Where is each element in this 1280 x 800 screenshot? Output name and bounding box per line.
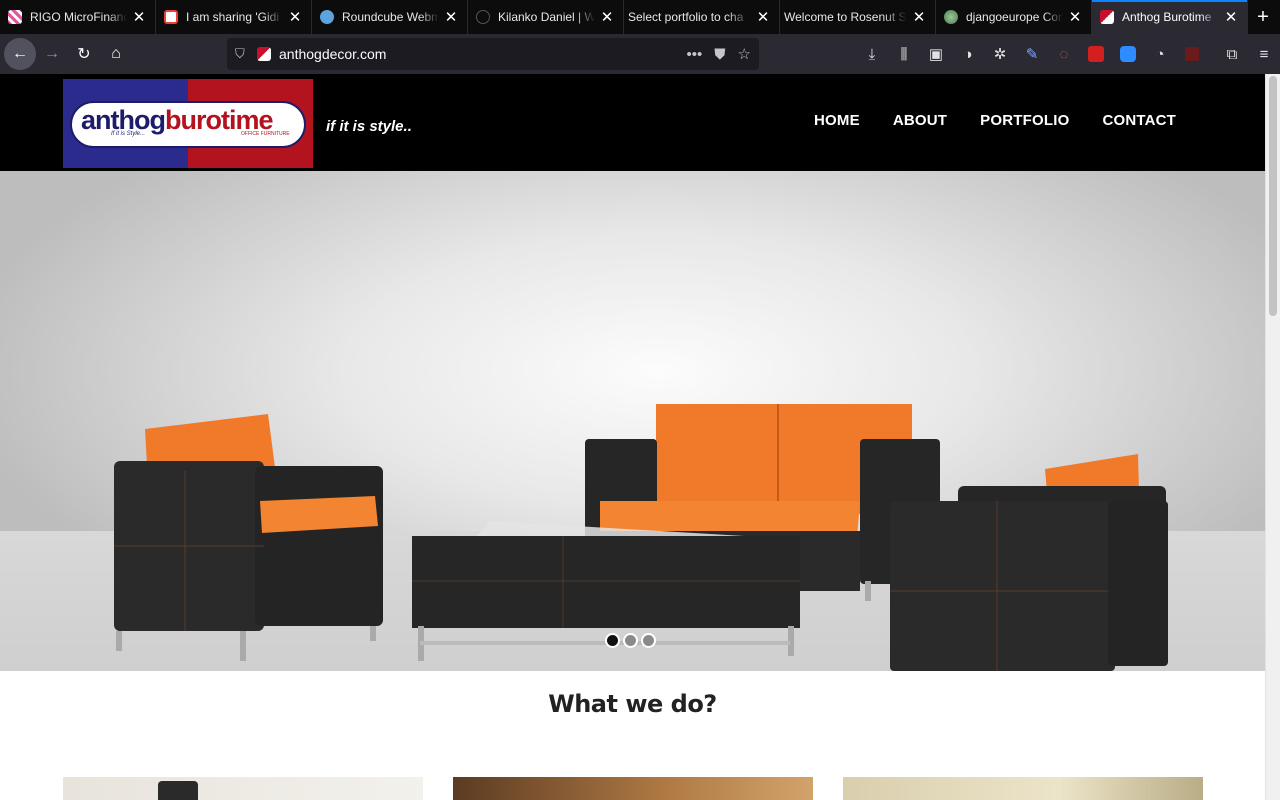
reload-icon[interactable]: ↻ xyxy=(68,38,100,70)
logo-sub: OFFICE FURNITURE xyxy=(241,131,290,137)
menu-hamburger-icon[interactable]: ≡ xyxy=(1248,38,1280,70)
nav-portfolio[interactable]: PORTFOLIO xyxy=(980,112,1069,129)
browser-tab[interactable]: Select portfolio to cha ✕ xyxy=(624,0,780,34)
main-nav: HOME ABOUT PORTFOLIO CONTACT xyxy=(814,112,1209,129)
slider-dot-1[interactable] xyxy=(605,633,620,648)
roundcube-icon xyxy=(320,10,334,24)
slider-dot-2[interactable] xyxy=(623,633,638,648)
nav-about[interactable]: ABOUT xyxy=(893,112,947,129)
browser-tab[interactable]: RIGO MicroFinance ✕ xyxy=(0,0,156,34)
extension-icon[interactable] xyxy=(1080,38,1112,70)
browser-tab[interactable]: Kilanko Daniel | W ✕ xyxy=(468,0,624,34)
home-icon[interactable]: ⌂ xyxy=(100,38,132,70)
toolbar-icons: ⤓ ⫼ ▣ ◑ ✲ ✎ ◌ ◔ ⧉ ≡ xyxy=(856,38,1280,70)
hero-slider[interactable] xyxy=(0,171,1265,671)
slider-dot-3[interactable] xyxy=(641,633,656,648)
gear-extension-icon[interactable]: ✲ xyxy=(984,38,1016,70)
extension-icon[interactable]: ◌ xyxy=(1048,38,1080,70)
bookmark-star-icon[interactable]: ☆ xyxy=(738,45,751,63)
extensions-puzzle-icon[interactable]: ⧉ xyxy=(1216,38,1248,70)
close-tab-icon[interactable]: ✕ xyxy=(1067,9,1083,26)
browser-tab[interactable]: Roundcube Webmail ✕ xyxy=(312,0,468,34)
page-scrollbar[interactable] xyxy=(1265,74,1280,800)
library-icon[interactable]: ⫼ xyxy=(888,38,920,70)
web-page: anthogburotime If it is Style... OFFICE … xyxy=(0,74,1265,800)
close-tab-icon[interactable]: ✕ xyxy=(599,9,615,26)
url-text[interactable]: anthogdecor.com xyxy=(279,46,675,62)
slider-dots xyxy=(605,633,656,648)
extension-icon[interactable]: ◔ xyxy=(1144,38,1176,70)
pen-extension-icon[interactable]: ✎ xyxy=(1016,38,1048,70)
tab-favicon-icon xyxy=(8,10,22,24)
extension-icon[interactable] xyxy=(1176,38,1208,70)
shield-icon[interactable]: ⛉ xyxy=(235,46,253,62)
browser-tab[interactable]: Welcome to Rosenut S ✕ xyxy=(780,0,936,34)
site-header: anthogburotime If it is Style... OFFICE … xyxy=(0,74,1265,171)
close-tab-icon[interactable]: ✕ xyxy=(755,9,771,26)
extension-icon[interactable]: ◑ xyxy=(952,38,984,70)
zoom-extension-icon[interactable] xyxy=(1112,38,1144,70)
tab-title: Select portfolio to cha xyxy=(628,10,744,24)
forward-arrow-icon[interactable]: → xyxy=(36,38,68,70)
logo-tag: If it is Style... xyxy=(111,131,146,137)
pocket-icon[interactable]: ⛊ xyxy=(714,46,725,63)
close-tab-icon[interactable]: ✕ xyxy=(911,9,927,26)
tab-title: djangoeurope Con xyxy=(966,10,1063,24)
github-icon xyxy=(476,10,490,24)
scrollbar-thumb[interactable] xyxy=(1269,76,1277,316)
address-bar[interactable]: ⛉ anthogdecor.com ••• ⛊ ☆ xyxy=(227,38,759,70)
tab-title: Welcome to Rosenut S xyxy=(784,10,907,24)
browser-tab[interactable]: djangoeurope Con ✕ xyxy=(936,0,1092,34)
left-armchair xyxy=(114,414,383,661)
tab-title: Anthog Burotime xyxy=(1122,10,1212,24)
anthog-favicon-icon xyxy=(1100,10,1114,24)
tab-title: RIGO MicroFinance xyxy=(30,10,127,24)
close-tab-icon[interactable]: ✕ xyxy=(287,9,303,26)
nav-contact[interactable]: CONTACT xyxy=(1102,112,1176,129)
site-logo[interactable]: anthogburotime If it is Style... OFFICE … xyxy=(63,79,313,168)
tab-title: Kilanko Daniel | W xyxy=(498,10,595,24)
site-identity-icon[interactable] xyxy=(257,47,271,61)
download-icon[interactable]: ⤓ xyxy=(856,38,888,70)
close-tab-icon[interactable]: ✕ xyxy=(1223,9,1239,26)
close-tab-icon[interactable]: ✕ xyxy=(131,9,147,26)
tab-title: I am sharing 'Gidi xyxy=(186,10,279,24)
new-tab-icon[interactable]: + xyxy=(1248,0,1278,34)
page-actions-icon[interactable]: ••• xyxy=(687,46,703,63)
sofa-set-image xyxy=(114,404,1168,671)
service-thumbnail-3[interactable] xyxy=(843,777,1203,800)
nav-home[interactable]: HOME xyxy=(814,112,860,129)
back-arrow-icon[interactable]: ← xyxy=(4,38,36,70)
service-thumbnail-2[interactable] xyxy=(453,777,813,800)
site-tagline: if it is style.. xyxy=(326,118,412,135)
sidebar-icon[interactable]: ▣ xyxy=(920,38,952,70)
globe-icon xyxy=(944,10,958,24)
section-title: What we do? xyxy=(548,690,717,718)
service-thumbnail-1[interactable] xyxy=(63,777,423,800)
tab-title: Roundcube Webmail xyxy=(342,10,439,24)
browser-tab-active[interactable]: Anthog Burotime ✕ xyxy=(1092,0,1248,34)
browser-tab[interactable]: I am sharing 'Gidi ✕ xyxy=(156,0,312,34)
close-tab-icon[interactable]: ✕ xyxy=(443,9,459,26)
gmail-icon xyxy=(164,10,178,24)
browser-toolbar: ← → ↻ ⌂ ⛉ anthogdecor.com ••• ⛊ ☆ ⤓ ⫼ ▣ … xyxy=(0,34,1280,74)
tab-strip: RIGO MicroFinance ✕ I am sharing 'Gidi ✕… xyxy=(0,0,1280,34)
